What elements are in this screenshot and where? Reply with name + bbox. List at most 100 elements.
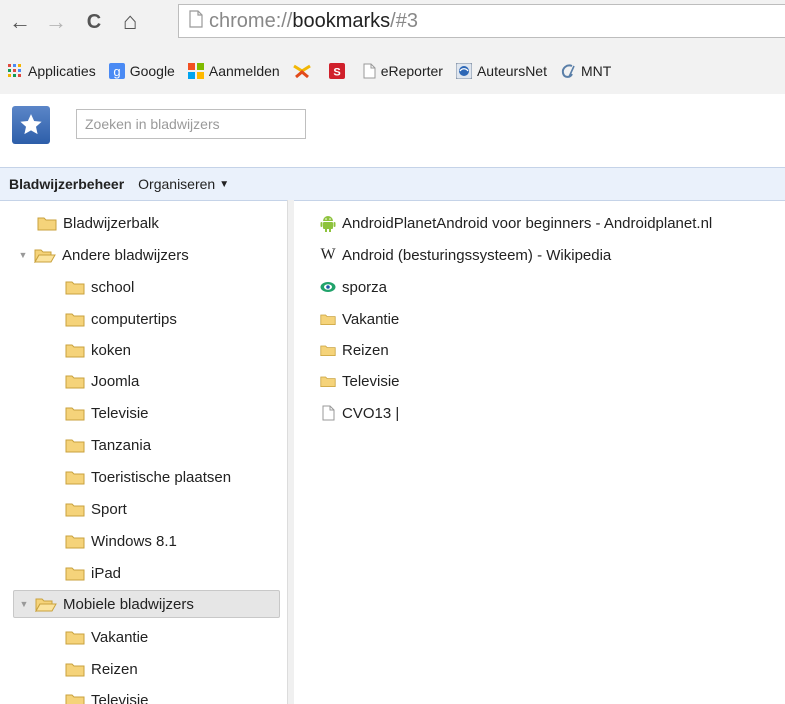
tree-item-label: Andere bladwijzers bbox=[62, 246, 189, 264]
reload-button[interactable]: C bbox=[80, 8, 108, 36]
tree-item-televisie-mobile[interactable]: Televisie bbox=[65, 686, 149, 704]
tree-item-label: Televisie bbox=[91, 404, 149, 422]
tree-item-joomla[interactable]: Joomla bbox=[65, 367, 139, 395]
list-item[interactable]: W Android (besturingssysteem) - Wikipedi… bbox=[320, 241, 611, 269]
bookmark-label: eReporter bbox=[380, 63, 443, 79]
bookmark-label: MNT bbox=[581, 63, 612, 79]
folder-icon bbox=[65, 533, 85, 549]
tree-item-koken[interactable]: koken bbox=[65, 336, 131, 364]
page-icon bbox=[363, 63, 376, 79]
folder-icon bbox=[65, 437, 85, 453]
tree-item-reizen[interactable]: Reizen bbox=[65, 655, 138, 683]
browser-toolbar: ← → C ⌂ chrome://bookmarks/#3 bbox=[0, 0, 785, 48]
bookmark-label: Google bbox=[129, 63, 175, 79]
folder-icon bbox=[65, 565, 85, 581]
folder-icon bbox=[320, 311, 336, 327]
address-bar[interactable]: chrome://bookmarks/#3 bbox=[178, 4, 785, 38]
tree-item-vakantie[interactable]: Vakantie bbox=[65, 623, 148, 651]
list-item-label: Android (besturingssysteem) - Wikipedia bbox=[342, 246, 612, 264]
page-title: Bladwijzerbeheer bbox=[9, 176, 125, 192]
tree-item-label: Joomla bbox=[91, 372, 140, 390]
bookmark-ereporter[interactable]: eReporter bbox=[363, 63, 443, 79]
list-item[interactable]: Vakantie bbox=[320, 305, 399, 333]
bookmark-auteursnet[interactable]: AuteursNet bbox=[455, 63, 547, 79]
folder-icon bbox=[37, 215, 57, 231]
home-button[interactable]: ⌂ bbox=[116, 8, 144, 36]
list-item[interactable]: Televisie bbox=[320, 367, 400, 395]
forward-button[interactable]: → bbox=[42, 8, 70, 36]
list-item-label: sporza bbox=[342, 278, 388, 296]
bookmark-list: AndroidPlanetAndroid voor beginners - An… bbox=[294, 200, 785, 704]
manager-header: Bladwijzerbeheer Organiseren ▼ bbox=[0, 167, 785, 201]
svg-text:g: g bbox=[113, 64, 120, 79]
apps-grid-icon bbox=[7, 63, 23, 79]
folder-icon bbox=[65, 501, 85, 517]
tree-item-ipad[interactable]: iPad bbox=[65, 559, 121, 587]
bookmark-google[interactable]: g Google bbox=[108, 63, 175, 79]
list-item[interactable]: sporza bbox=[320, 273, 387, 301]
list-item-label: Vakantie bbox=[342, 310, 400, 328]
folder-icon bbox=[65, 469, 85, 485]
folder-icon bbox=[65, 373, 85, 389]
folder-tree: Bladwijzerbalk ▼ Andere bladwijzers scho… bbox=[0, 200, 287, 704]
google-icon: g bbox=[108, 63, 125, 79]
tree-item-label: Windows 8.1 bbox=[91, 532, 177, 550]
list-item-label: AndroidPlanetAndroid voor beginners - An… bbox=[342, 214, 713, 232]
bookmarks-search-header bbox=[0, 94, 785, 166]
bookmark-applicaties[interactable]: Applicaties bbox=[7, 63, 96, 79]
tree-item-sport[interactable]: Sport bbox=[65, 495, 127, 523]
tree-item-label: computertips bbox=[91, 310, 177, 328]
tree-item-tanzania[interactable]: Tanzania bbox=[65, 431, 151, 459]
tree-item-andere-bladwijzers[interactable]: ▼ Andere bladwijzers bbox=[16, 241, 189, 269]
globe-icon bbox=[455, 63, 472, 79]
expand-arrow-icon[interactable]: ▼ bbox=[16, 250, 30, 260]
windows-icon bbox=[187, 63, 204, 79]
sporza-icon bbox=[320, 281, 336, 293]
tree-item-school[interactable]: school bbox=[65, 273, 134, 301]
bookmarks-bar: Applicaties g Google Aanmelden S eReport… bbox=[0, 48, 785, 95]
folder-open-icon bbox=[35, 596, 57, 612]
folder-open-icon bbox=[34, 247, 56, 263]
bookmark-yellow[interactable] bbox=[292, 63, 316, 79]
bookmark-label: AuteursNet bbox=[476, 63, 547, 79]
tree-item-label: koken bbox=[91, 341, 132, 359]
folder-icon bbox=[320, 342, 336, 358]
pane-splitter[interactable] bbox=[287, 200, 294, 704]
tree-item-label: school bbox=[91, 278, 135, 296]
bookmark-label: Applicaties bbox=[28, 63, 96, 79]
tree-item-bladwijzerbalk[interactable]: Bladwijzerbalk bbox=[37, 209, 159, 237]
tree-item-televisie[interactable]: Televisie bbox=[65, 399, 149, 427]
list-item-label: Reizen bbox=[342, 341, 389, 359]
list-item[interactable]: Reizen bbox=[320, 336, 389, 364]
tree-item-label: iPad bbox=[91, 564, 122, 582]
folder-icon bbox=[65, 692, 85, 704]
expand-arrow-icon[interactable]: ▼ bbox=[17, 599, 31, 609]
organize-menu[interactable]: Organiseren ▼ bbox=[138, 176, 229, 192]
page-icon bbox=[189, 9, 203, 33]
list-item[interactable]: CVO13 | bbox=[320, 399, 399, 427]
bookmark-aanmelden[interactable]: Aanmelden bbox=[187, 63, 280, 79]
list-item[interactable]: AndroidPlanetAndroid voor beginners - An… bbox=[320, 209, 712, 237]
tree-item-computertips[interactable]: computertips bbox=[65, 305, 177, 333]
tree-item-label: Tanzania bbox=[91, 436, 152, 454]
bookmark-mnt[interactable]: MNT bbox=[560, 63, 611, 79]
android-icon bbox=[320, 214, 336, 232]
folder-icon bbox=[65, 629, 85, 645]
tree-item-label: Mobiele bladwijzers bbox=[63, 595, 194, 613]
bookmark-s[interactable]: S bbox=[328, 63, 350, 79]
url-text: chrome://bookmarks/#3 bbox=[209, 9, 418, 32]
tree-item-windows-81[interactable]: Windows 8.1 bbox=[65, 527, 177, 555]
star-icon bbox=[12, 106, 50, 144]
search-input[interactable] bbox=[76, 109, 306, 139]
back-button[interactable]: ← bbox=[6, 8, 34, 36]
tree-item-label: Bladwijzerbalk bbox=[63, 214, 159, 232]
tree-item-mobiele-bladwijzers[interactable]: ▼ Mobiele bladwijzers bbox=[13, 590, 280, 618]
list-item-label: CVO13 | bbox=[342, 404, 400, 422]
s-logo-icon: S bbox=[328, 63, 345, 79]
tree-item-toeristische-plaatsen[interactable]: Toeristische plaatsen bbox=[65, 463, 231, 491]
list-item-label: Televisie bbox=[342, 372, 400, 390]
folder-icon bbox=[65, 311, 85, 327]
folder-icon bbox=[65, 279, 85, 295]
tree-item-label: Televisie bbox=[91, 691, 149, 704]
bookmark-label: Aanmelden bbox=[208, 63, 280, 79]
